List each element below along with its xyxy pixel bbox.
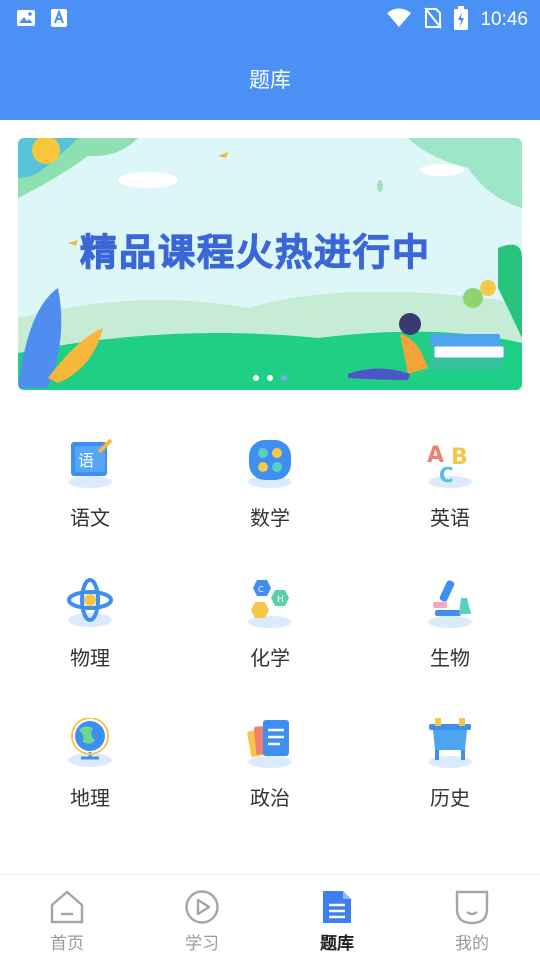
nav-label: 题库 xyxy=(320,934,354,954)
play-icon xyxy=(184,889,220,925)
nav-question-bank[interactable]: 题库 xyxy=(297,887,377,957)
svg-text:H: H xyxy=(277,595,284,605)
subject-label: 英语 xyxy=(430,506,470,530)
chinese-book-icon: 语 xyxy=(65,438,115,488)
battery-charging-icon xyxy=(454,6,469,34)
carousel-indicator xyxy=(18,375,522,381)
no-sim-icon xyxy=(424,7,443,33)
subject-biology[interactable]: 生物 xyxy=(380,578,520,688)
promo-banner[interactable]: 精品课程火热进行中 xyxy=(18,138,522,390)
bottom-navigation: 首页 学习 题库 我的 xyxy=(0,874,540,960)
home-icon xyxy=(49,889,85,925)
calculator-icon xyxy=(245,438,295,488)
subject-physics[interactable]: 物理 xyxy=(20,578,160,688)
subject-label: 地理 xyxy=(70,786,110,810)
subject-history[interactable]: 历史 xyxy=(380,718,520,828)
carousel-dot[interactable] xyxy=(253,375,259,381)
abc-letters-icon: ABC xyxy=(425,438,475,488)
ancient-vessel-icon xyxy=(425,718,475,768)
subject-label: 数学 xyxy=(250,506,290,530)
subject-chemistry[interactable]: CH 化学 xyxy=(200,578,340,688)
subject-label: 政治 xyxy=(250,786,290,810)
status-bar: 10:46 xyxy=(0,0,540,36)
page-title: 题库 xyxy=(249,68,291,92)
svg-text:C: C xyxy=(258,585,264,594)
nav-home[interactable]: 首页 xyxy=(27,887,107,957)
microscope-icon xyxy=(425,578,475,628)
nav-study[interactable]: 学习 xyxy=(162,887,242,957)
nav-label: 学习 xyxy=(185,934,219,954)
subject-label: 物理 xyxy=(70,646,110,670)
subject-label: 生物 xyxy=(430,646,470,670)
atom-icon xyxy=(65,578,115,628)
clock-time: 10:46 xyxy=(480,9,528,30)
carousel-dot[interactable] xyxy=(267,375,273,381)
subject-label: 化学 xyxy=(250,646,290,670)
svg-text:语: 语 xyxy=(78,451,94,470)
carousel-dot-active[interactable] xyxy=(281,375,287,381)
nav-profile[interactable]: 我的 xyxy=(432,887,512,957)
wifi-icon xyxy=(386,8,412,32)
banner-headline: 精品课程火热进行中 xyxy=(80,231,431,275)
app-bar: 题库 xyxy=(0,36,540,120)
font-notification-icon xyxy=(50,8,68,32)
svg-text:C: C xyxy=(439,463,454,487)
globe-icon xyxy=(65,717,115,768)
subject-label: 语文 xyxy=(70,506,110,530)
subject-geography[interactable]: 地理 xyxy=(20,717,160,828)
subject-chinese[interactable]: 语 语文 xyxy=(20,438,160,548)
subject-english[interactable]: ABC 英语 xyxy=(380,438,520,548)
profile-icon xyxy=(454,889,490,925)
nav-label: 我的 xyxy=(455,934,489,954)
subject-politics[interactable]: 政治 xyxy=(200,718,340,828)
documents-icon xyxy=(245,718,295,768)
subject-math[interactable]: 数学 xyxy=(200,438,340,548)
question-bank-icon xyxy=(319,889,355,925)
molecule-icon: CH xyxy=(245,578,295,628)
nav-label: 首页 xyxy=(50,934,84,954)
subject-label: 历史 xyxy=(430,786,470,810)
image-notification-icon xyxy=(16,8,36,32)
